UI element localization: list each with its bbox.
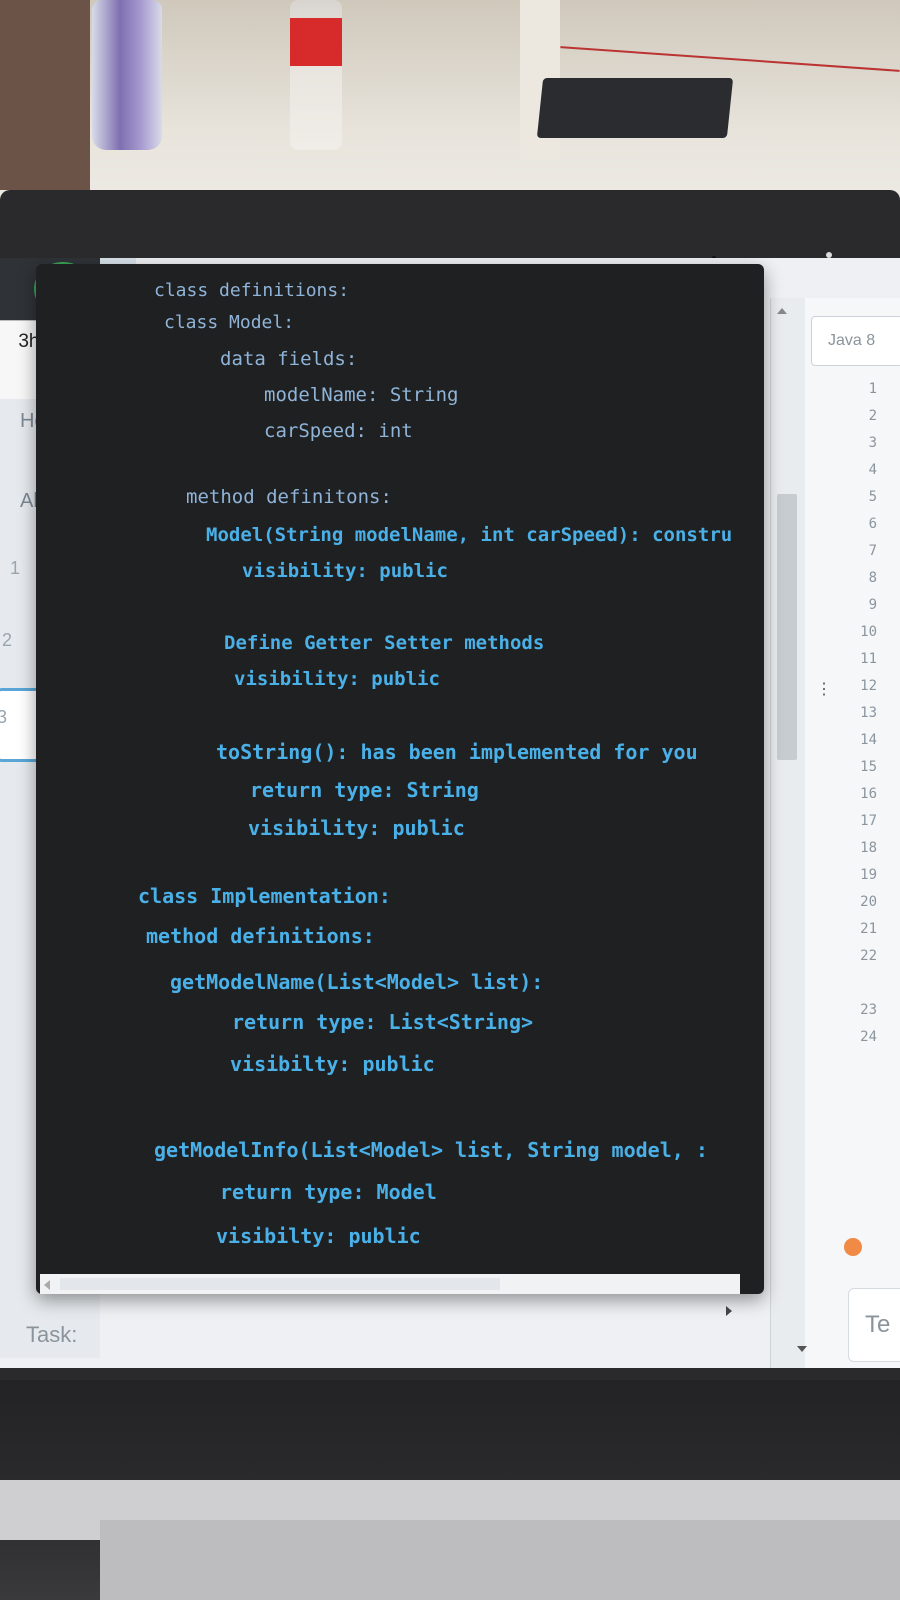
bottle-label: ​ [290, 18, 342, 66]
language-select[interactable]: Java 8 [811, 316, 900, 366]
question-2[interactable]: 2 [2, 630, 12, 651]
spec-line: carSpeed: int [264, 420, 413, 442]
spec-line: return type: Model [220, 1180, 437, 1204]
line-number: 4 [868, 462, 877, 478]
line-number-gutter: 1 2 3 4 5 6 7 8 9 10 11 12 13 14 15 16 1… [837, 376, 877, 1051]
line-number: 18 [860, 840, 877, 856]
spec-line: method definitons: [186, 486, 392, 508]
spec-line: return type: String [250, 778, 479, 802]
line-number: 23 [860, 1002, 877, 1018]
spec-line: getModelName(List<Model> list): [170, 970, 544, 994]
soda-bottle: ​ [290, 0, 342, 150]
line-number: 16 [860, 786, 877, 802]
line-number: 15 [860, 759, 877, 775]
spec-line: visibilty: public [230, 1052, 435, 1076]
line-number [837, 970, 877, 997]
spec-line: modelName: String [264, 384, 459, 406]
status-dot-icon [844, 1238, 862, 1256]
water-bottle [92, 0, 162, 150]
line-number: 5 [868, 489, 877, 505]
chevron-down-icon[interactable] [797, 1346, 807, 1352]
line-number: 1 [868, 381, 877, 397]
scrollbar-thumb[interactable] [777, 494, 797, 760]
spec-line: Define Getter Setter methods [224, 632, 545, 654]
spec-line: visibilty: public [216, 1224, 421, 1248]
line-number: 21 [860, 921, 877, 937]
scroll-right-icon[interactable] [726, 1306, 732, 1316]
spec-text: class definitions: class Model: data fie… [36, 264, 764, 1294]
spec-line: class Implementation: [138, 884, 391, 908]
spec-line: visibility: public [242, 560, 448, 582]
line-number: 9 [868, 597, 877, 613]
line-number: 7 [868, 543, 877, 559]
scroll-up-icon[interactable] [777, 308, 787, 314]
line-number: 11 [860, 651, 877, 667]
test-button[interactable]: Te [848, 1288, 900, 1362]
line-number: 22 [860, 948, 877, 964]
spec-line: visibility: public [248, 816, 465, 840]
wall [0, 0, 90, 190]
code-editor[interactable]: Java 8 1 2 3 4 5 6 7 8 9 10 11 12 13 14 … [770, 298, 900, 1368]
drag-handle-icon[interactable]: ⋮ [816, 682, 832, 708]
scroll-left-icon[interactable] [44, 1280, 50, 1290]
laptop-base-lip [100, 1520, 900, 1600]
floor-mat [536, 78, 734, 138]
line-number: 14 [860, 732, 877, 748]
line-number: 2 [868, 408, 877, 424]
question-3: 3 [0, 707, 8, 727]
spec-line: Model(String modelName, int carSpeed): c… [206, 524, 733, 546]
line-number: 24 [860, 1029, 877, 1045]
line-number: 10 [860, 624, 877, 640]
line-number: 17 [860, 813, 877, 829]
spec-line: class Model: [164, 312, 295, 333]
line-number: 3 [868, 435, 877, 451]
horizontal-scrollbar[interactable] [40, 1274, 740, 1294]
editor-scrollbar[interactable] [771, 298, 805, 1368]
laptop-screen: 3h 51m left Help All 1 2 3 Java 8 1 2 3 … [0, 258, 900, 1368]
line-number: 8 [868, 570, 877, 586]
line-number: 13 [860, 705, 877, 721]
spec-line: return type: List<String> [232, 1010, 534, 1034]
spec-line: class definitions: [154, 280, 350, 301]
task-label: Task: [26, 1322, 78, 1347]
question-1[interactable]: 1 [10, 558, 20, 579]
problem-spec-panel: class definitions: class Model: data fie… [36, 264, 764, 1294]
spec-line: method definitions: [146, 924, 375, 948]
line-number: 20 [860, 894, 877, 910]
horizontal-scroll-thumb[interactable] [60, 1278, 500, 1290]
spec-line: getModelInfo(List<Model> list, String mo… [154, 1138, 708, 1162]
line-number: 12 [860, 678, 877, 694]
spec-line: visibility: public [234, 668, 440, 690]
cable [560, 46, 900, 72]
line-number: 19 [860, 867, 877, 883]
spec-line: toString(): has been implemented for you [216, 740, 698, 764]
line-number: 6 [868, 516, 877, 532]
spec-line: data fields: [220, 348, 358, 370]
